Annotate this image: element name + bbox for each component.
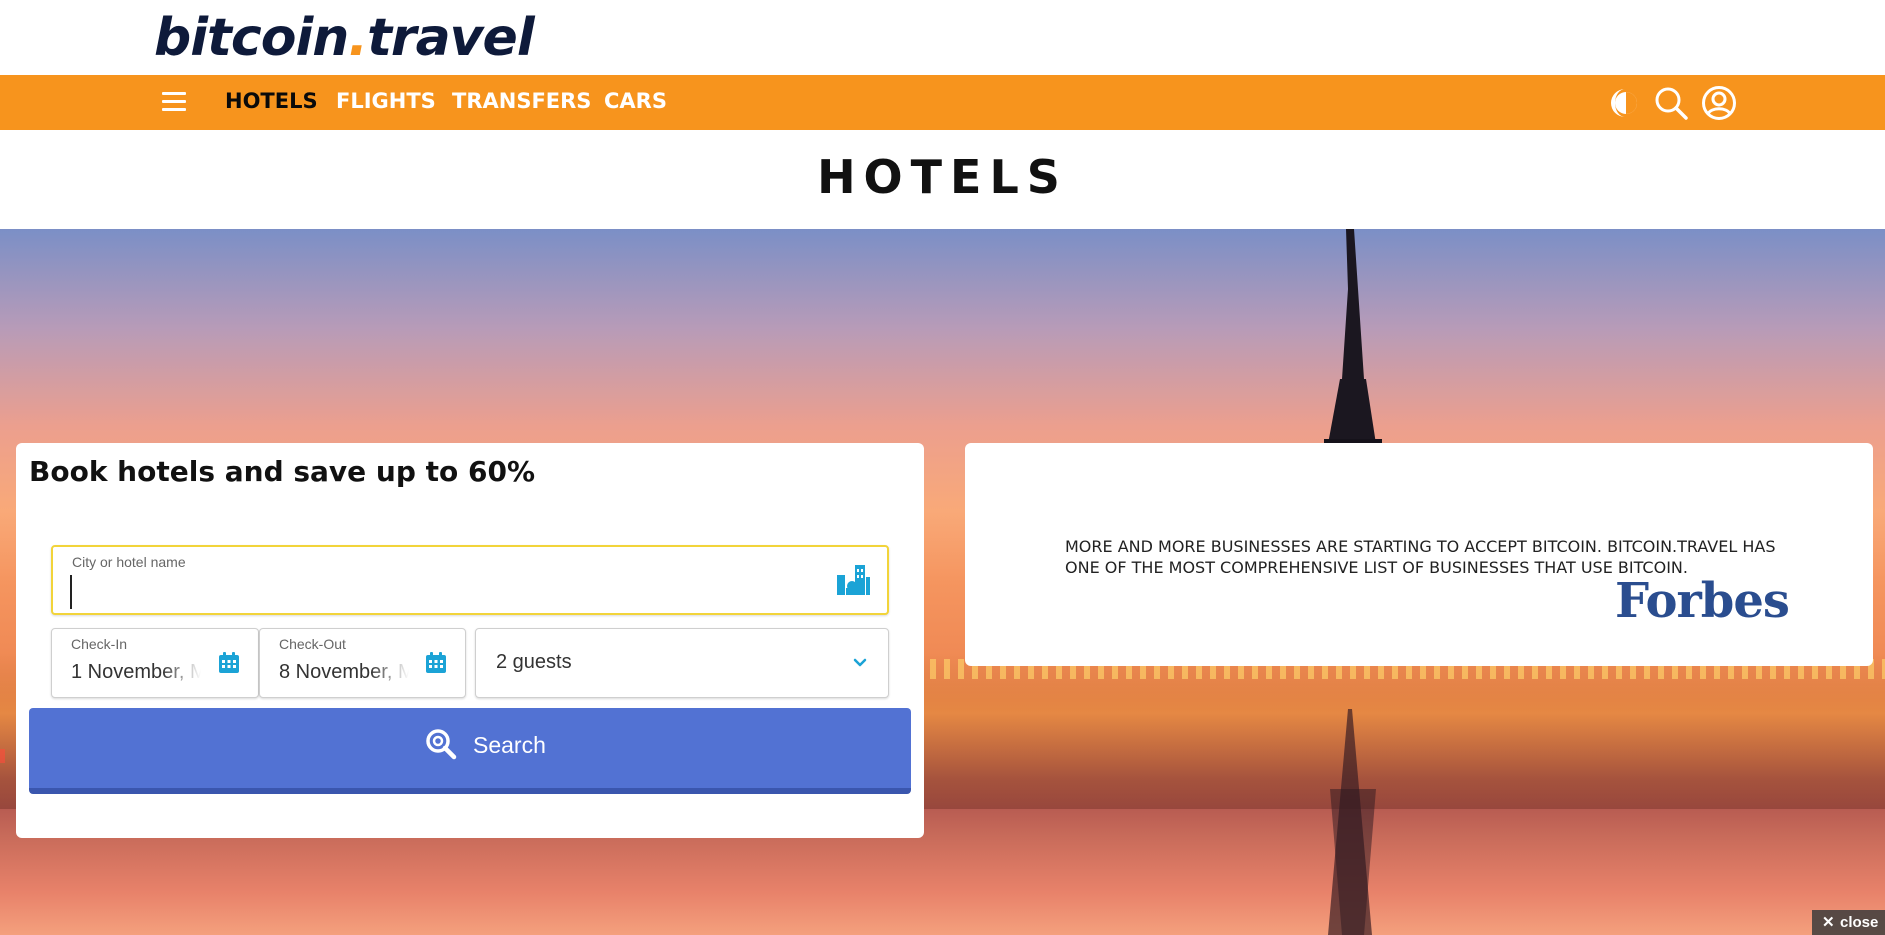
search-magnifier-icon <box>426 729 457 760</box>
city-field-label: City or hotel name <box>72 554 186 570</box>
menu-icon[interactable] <box>162 92 186 112</box>
search-icon[interactable] <box>1653 85 1689 121</box>
top-bar: bitcoin.travel <box>0 0 1885 75</box>
forbes-quote: MORE AND MORE BUSINESSES ARE STARTING TO… <box>1065 537 1776 577</box>
page-header: HOTELS <box>0 130 1885 229</box>
site-logo[interactable]: bitcoin.travel <box>154 8 535 68</box>
search-button-label: Search <box>473 732 546 758</box>
nav-item-transfers[interactable]: TRANSFERS <box>452 89 591 113</box>
nav-item-flights[interactable]: FLIGHTS <box>336 89 436 113</box>
search-button[interactable]: Search <box>29 708 911 794</box>
checkin-value: 1 November, M <box>71 661 201 683</box>
forbes-testimonial-card: MORE AND MORE BUSINESSES ARE STARTING TO… <box>965 443 1873 666</box>
guests-value: 2 guests <box>496 651 572 673</box>
forbes-logo: Forbes <box>1615 573 1790 629</box>
checkin-field[interactable]: Check-In 1 November, M <box>51 628 259 698</box>
booking-title: Book hotels and save up to 60% <box>29 455 536 488</box>
checkout-label: Check-Out <box>279 636 346 652</box>
chevron-down-icon <box>853 658 867 667</box>
dark-mode-icon[interactable] <box>1605 85 1641 121</box>
checkin-label: Check-In <box>71 636 128 652</box>
logo-dot: . <box>348 8 368 68</box>
logo-text-bitcoin: bitcoin <box>154 8 349 68</box>
city-buildings-icon <box>837 565 870 595</box>
logo-text-travel: travel <box>367 8 535 68</box>
hotel-booking-card: Book hotels and save up to 60% City or h… <box>16 443 924 838</box>
calendar-icon[interactable] <box>218 652 240 674</box>
nav-item-cars[interactable]: CARS <box>604 89 667 113</box>
city-field[interactable]: City or hotel name <box>51 545 889 615</box>
close-label: close <box>1840 914 1879 931</box>
checkout-value: 8 November, M <box>279 661 409 683</box>
account-icon[interactable] <box>1701 85 1737 121</box>
close-icon: ✕ <box>1822 914 1835 931</box>
nav-item-hotels[interactable]: HOTELS <box>225 89 318 113</box>
checkout-field[interactable]: Check-Out 8 November, M <box>259 628 466 698</box>
guests-select[interactable]: 2 guests <box>475 628 889 698</box>
page-title: HOTELS <box>817 150 1068 204</box>
close-button[interactable]: ✕ close <box>1812 910 1885 935</box>
calendar-icon[interactable] <box>425 652 447 674</box>
main-nav: HOTELS FLIGHTS TRANSFERS CARS <box>0 75 1885 130</box>
city-input[interactable] <box>70 575 810 609</box>
